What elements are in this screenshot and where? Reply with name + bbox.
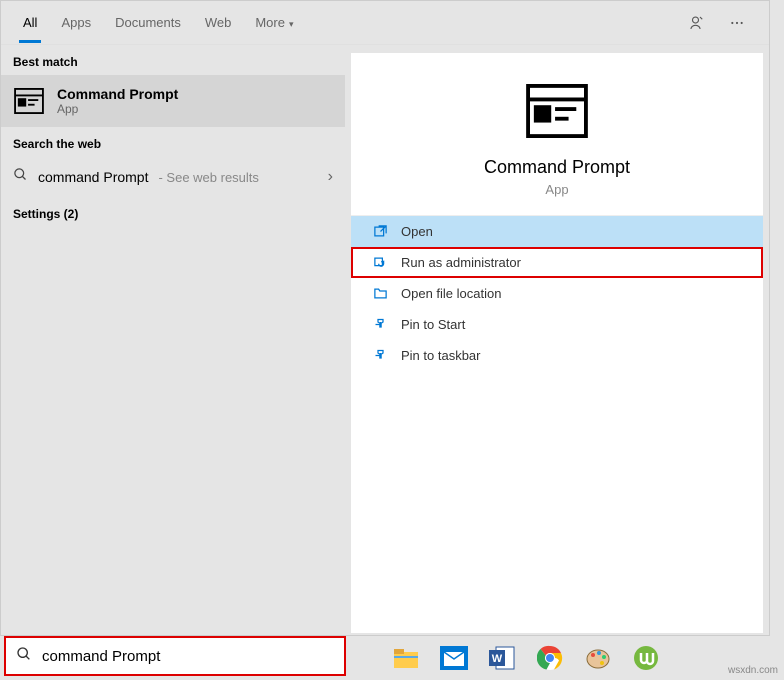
web-query: command Prompt bbox=[38, 169, 148, 185]
section-settings[interactable]: Settings (2) bbox=[1, 197, 345, 227]
best-match-text: Command Prompt App bbox=[57, 86, 178, 116]
taskbar-word[interactable]: W bbox=[478, 638, 526, 678]
more-options-icon[interactable] bbox=[721, 7, 753, 39]
windows-search-panel: All Apps Documents Web More Best match C… bbox=[0, 0, 770, 636]
watermark: wsxdn.com bbox=[728, 665, 778, 676]
content-area: Best match Command Prompt App Search the… bbox=[1, 45, 769, 635]
pin-taskbar-icon bbox=[371, 348, 389, 363]
action-open-label: Open bbox=[401, 224, 433, 239]
search-input[interactable] bbox=[42, 648, 334, 665]
action-run-admin-label: Run as administrator bbox=[401, 255, 521, 270]
best-match-title: Command Prompt bbox=[57, 86, 178, 102]
section-best-match: Best match bbox=[1, 45, 345, 75]
tab-documents[interactable]: Documents bbox=[103, 3, 193, 42]
best-match-subtitle: App bbox=[57, 102, 178, 116]
open-icon bbox=[371, 224, 389, 239]
pin-start-icon bbox=[371, 317, 389, 332]
action-open-location-label: Open file location bbox=[401, 286, 501, 301]
taskbar-mail[interactable] bbox=[430, 638, 478, 678]
preview-title: Command Prompt bbox=[484, 157, 630, 178]
chevron-right-icon: › bbox=[328, 168, 333, 186]
search-input-bar bbox=[4, 636, 346, 676]
action-run-admin[interactable]: Run as administrator bbox=[351, 247, 763, 278]
preview-panel: Command Prompt App Open Run as administr… bbox=[351, 53, 763, 633]
command-prompt-large-icon bbox=[525, 83, 589, 139]
command-prompt-icon bbox=[13, 85, 45, 117]
folder-icon bbox=[371, 286, 389, 301]
preview-subtitle: App bbox=[545, 182, 568, 197]
web-hint: - See web results bbox=[158, 170, 258, 185]
web-result-item[interactable]: command Prompt - See web results › bbox=[1, 157, 345, 197]
search-icon bbox=[16, 646, 32, 667]
best-match-item[interactable]: Command Prompt App bbox=[1, 75, 345, 127]
preview-header: Command Prompt App bbox=[351, 53, 763, 215]
taskbar: W bbox=[382, 638, 670, 678]
tab-apps[interactable]: Apps bbox=[49, 3, 103, 42]
search-tab-bar: All Apps Documents Web More bbox=[1, 1, 769, 45]
action-pin-taskbar[interactable]: Pin to taskbar bbox=[351, 340, 763, 371]
feedback-icon[interactable] bbox=[681, 7, 713, 39]
action-pin-start-label: Pin to Start bbox=[401, 317, 465, 332]
actions-list: Open Run as administrator Open file loca… bbox=[351, 215, 763, 371]
results-panel: Best match Command Prompt App Search the… bbox=[1, 45, 345, 635]
action-pin-taskbar-label: Pin to taskbar bbox=[401, 348, 481, 363]
top-icons bbox=[681, 7, 769, 39]
section-search-web: Search the web bbox=[1, 127, 345, 157]
svg-text:W: W bbox=[492, 653, 503, 665]
action-pin-start[interactable]: Pin to Start bbox=[351, 309, 763, 340]
taskbar-file-explorer[interactable] bbox=[382, 638, 430, 678]
action-open[interactable]: Open bbox=[351, 216, 763, 247]
tab-web[interactable]: Web bbox=[193, 3, 244, 42]
taskbar-chrome[interactable] bbox=[526, 638, 574, 678]
search-icon bbox=[13, 167, 28, 187]
taskbar-paint[interactable] bbox=[574, 638, 622, 678]
taskbar-utorrent[interactable] bbox=[622, 638, 670, 678]
tab-all[interactable]: All bbox=[11, 3, 49, 42]
tabs-container: All Apps Documents Web More bbox=[1, 3, 681, 42]
tab-more[interactable]: More bbox=[243, 3, 305, 42]
admin-shield-icon bbox=[371, 255, 389, 270]
action-open-location[interactable]: Open file location bbox=[351, 278, 763, 309]
